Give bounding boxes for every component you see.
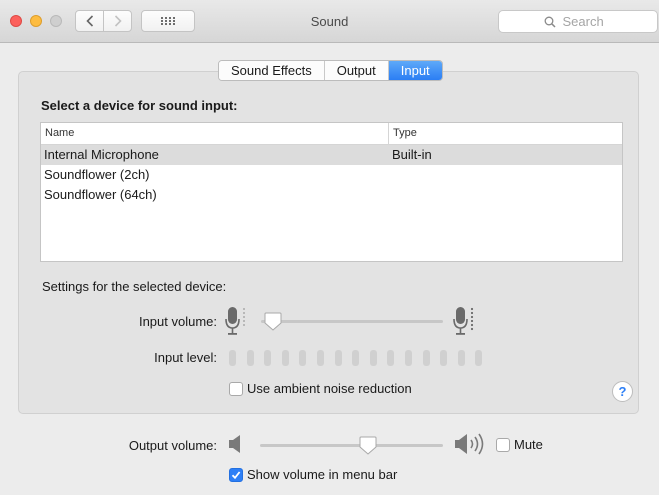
tab-input[interactable]: Input xyxy=(388,61,442,80)
table-row[interactable]: Soundflower (2ch) xyxy=(41,165,622,185)
output-volume-track[interactable] xyxy=(260,444,443,447)
search-field[interactable] xyxy=(498,10,658,33)
level-segment xyxy=(369,350,377,366)
tab-bar: Sound Effects Output Input xyxy=(218,60,443,81)
device-name: Soundflower (2ch) xyxy=(44,167,150,182)
level-segment xyxy=(299,350,307,366)
table-row[interactable]: Soundflower (64ch) xyxy=(41,185,622,205)
settings-label: Settings for the selected device: xyxy=(42,279,227,294)
speaker-waves-icon xyxy=(455,433,484,455)
level-segment xyxy=(440,350,448,366)
input-level-label: Input level: xyxy=(154,350,217,365)
column-header-type[interactable]: Type xyxy=(389,123,621,144)
microphone-icon xyxy=(453,307,474,335)
level-segment xyxy=(475,350,483,366)
microphone-icon xyxy=(225,307,245,335)
level-segment xyxy=(352,350,360,366)
device-type xyxy=(389,165,621,185)
magnifier-icon xyxy=(544,16,556,28)
table-row[interactable]: Internal Microphone Built-in xyxy=(41,145,622,165)
input-volume-track[interactable] xyxy=(261,320,443,323)
device-type: Built-in xyxy=(392,147,432,162)
level-segment xyxy=(317,350,324,366)
level-segment xyxy=(405,350,412,366)
level-segment xyxy=(457,350,465,366)
mute-checkbox[interactable] xyxy=(496,438,510,452)
column-header-name[interactable]: Name xyxy=(41,123,389,144)
show-volume-label: Show volume in menu bar xyxy=(247,467,398,482)
tab-sound-effects[interactable]: Sound Effects xyxy=(219,61,325,80)
input-volume-label: Input volume: xyxy=(138,314,217,329)
device-list-heading: Select a device for sound input: xyxy=(41,98,238,113)
window-toolbar: Sound xyxy=(0,0,659,43)
level-segment xyxy=(264,350,272,366)
output-volume-label: Output volume: xyxy=(128,438,217,453)
level-segment xyxy=(422,350,430,366)
show-volume-checkbox[interactable] xyxy=(229,468,243,482)
level-segment xyxy=(246,350,254,366)
level-segment xyxy=(387,350,395,366)
table-header: Name Type xyxy=(41,123,622,145)
checkmark-icon xyxy=(231,471,241,480)
input-volume-slider-thumb[interactable] xyxy=(264,312,282,332)
level-segment xyxy=(334,350,342,366)
mute-label: Mute xyxy=(514,437,543,452)
help-button[interactable]: ? xyxy=(612,381,633,402)
ambient-noise-checkbox[interactable] xyxy=(229,382,243,396)
device-name: Internal Microphone xyxy=(44,147,159,162)
search-input[interactable] xyxy=(560,13,613,30)
tab-output[interactable]: Output xyxy=(324,61,389,80)
output-volume-slider-thumb[interactable] xyxy=(359,436,377,456)
level-segment xyxy=(229,350,236,366)
level-segment xyxy=(281,350,289,366)
device-table[interactable]: Name Type Internal Microphone Built-in S… xyxy=(40,122,623,262)
device-name: Soundflower (64ch) xyxy=(44,187,157,202)
speaker-icon xyxy=(229,435,240,453)
device-type xyxy=(389,185,621,205)
ambient-noise-label: Use ambient noise reduction xyxy=(247,381,412,396)
